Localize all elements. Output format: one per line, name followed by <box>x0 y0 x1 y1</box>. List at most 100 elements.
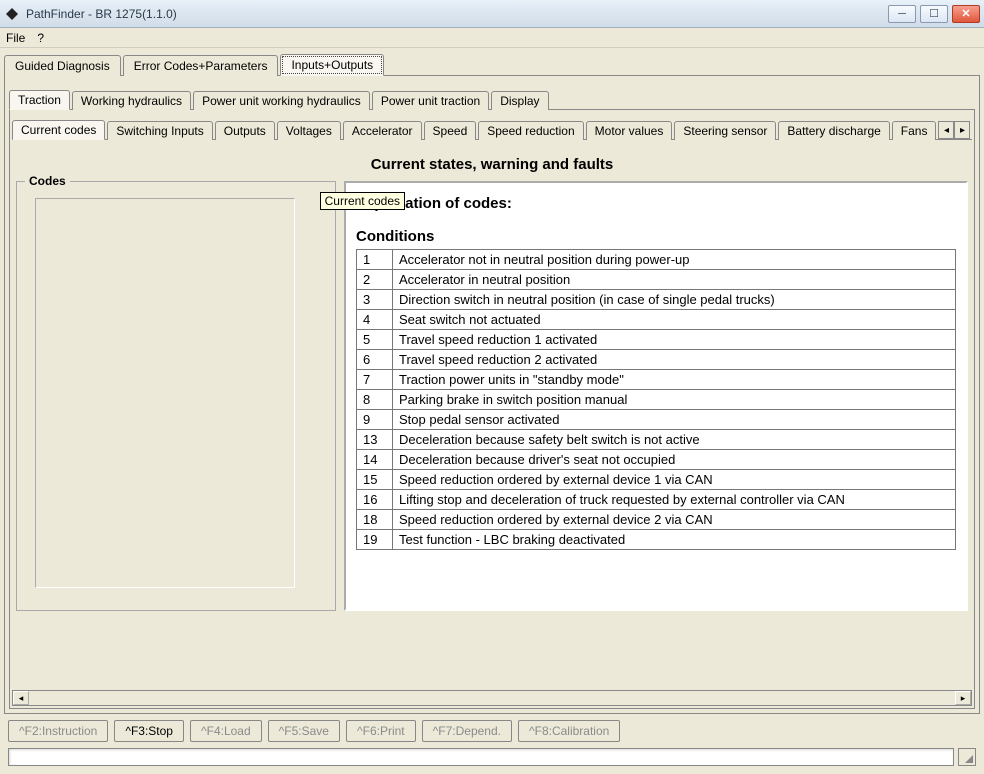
table-row: 2Accelerator in neutral position <box>357 270 956 290</box>
table-row: 14Deceleration because driver's seat not… <box>357 450 956 470</box>
tab-accelerator[interactable]: Accelerator <box>343 121 422 140</box>
fkey-f4-load: ^F4:Load <box>190 720 262 742</box>
table-row: 5Travel speed reduction 1 activated <box>357 330 956 350</box>
codes-list[interactable]: ▴ ▾ <box>35 198 295 588</box>
tab-scroll-left-icon[interactable]: ◂ <box>938 121 954 139</box>
tab-motor-values[interactable]: Motor values <box>586 121 673 140</box>
conditions-table: 1Accelerator not in neutral position dur… <box>356 249 956 550</box>
code-description: Speed reduction ordered by external devi… <box>393 510 956 530</box>
window-title: PathFinder - BR 1275(1.1.0) <box>26 7 888 21</box>
table-row: 18Speed reduction ordered by external de… <box>357 510 956 530</box>
table-row: 7Traction power units in "standby mode" <box>357 370 956 390</box>
table-row: 1Accelerator not in neutral position dur… <box>357 250 956 270</box>
menu-bar: File ? <box>0 28 984 48</box>
menu-file[interactable]: File <box>6 31 25 45</box>
tabstrip-module: TractionWorking hydraulicsPower unit wor… <box>9 86 975 110</box>
tab-inputs-outputs[interactable]: Inputs+Outputs <box>280 54 384 76</box>
tab-speed[interactable]: Speed <box>424 121 477 140</box>
table-row: 13Deceleration because safety belt switc… <box>357 430 956 450</box>
code-number: 13 <box>357 430 393 450</box>
tab-steering-sensor[interactable]: Steering sensor <box>674 121 776 140</box>
code-number: 19 <box>357 530 393 550</box>
tabstrip-main: Guided DiagnosisError Codes+ParametersIn… <box>4 52 980 76</box>
table-row: 16Lifting stop and deceleration of truck… <box>357 490 956 510</box>
code-number: 16 <box>357 490 393 510</box>
tab-speed-reduction[interactable]: Speed reduction <box>478 121 583 140</box>
tab-power-unit-traction[interactable]: Power unit traction <box>372 91 489 110</box>
code-number: 4 <box>357 310 393 330</box>
fkey-f6-print: ^F6:Print <box>346 720 416 742</box>
codes-legend: Codes <box>25 174 70 188</box>
tabstrip-submodule: Current codesSwitching InputsOutputsVolt… <box>12 116 972 140</box>
table-row: 9Stop pedal sensor activated <box>357 410 956 430</box>
conditions-heading: Conditions <box>356 228 956 245</box>
tab-current-codes[interactable]: Current codes <box>12 120 105 140</box>
explanation-panel[interactable]: Explanation of codes: Conditions 1Accele… <box>344 181 968 611</box>
code-description: Deceleration because driver's seat not o… <box>393 450 956 470</box>
tab-error-codes-parameters[interactable]: Error Codes+Parameters <box>123 55 279 76</box>
horizontal-scrollbar[interactable]: ◂ ▸ <box>12 690 972 706</box>
tab-power-unit-working-hydraulics[interactable]: Power unit working hydraulics <box>193 91 370 110</box>
scroll-up-icon[interactable]: ▴ <box>276 203 290 217</box>
codes-groupbox: Codes ▴ ▾ Current codes <box>16 181 336 611</box>
app-icon <box>4 6 20 22</box>
code-number: 9 <box>357 410 393 430</box>
scroll-left-icon[interactable]: ◂ <box>13 691 29 705</box>
code-description: Travel speed reduction 1 activated <box>393 330 956 350</box>
code-description: Test function - LBC braking deactivated <box>393 530 956 550</box>
table-row: 15Speed reduction ordered by external de… <box>357 470 956 490</box>
fkey-f3-stop[interactable]: ^F3:Stop <box>114 720 184 742</box>
code-description: Accelerator not in neutral position duri… <box>393 250 956 270</box>
code-number: 6 <box>357 350 393 370</box>
table-row: 19Test function - LBC braking deactivate… <box>357 530 956 550</box>
tab-switching-inputs[interactable]: Switching Inputs <box>107 121 212 140</box>
code-description: Stop pedal sensor activated <box>393 410 956 430</box>
code-description: Direction switch in neutral position (in… <box>393 290 956 310</box>
tab-battery-discharge[interactable]: Battery discharge <box>778 121 889 140</box>
code-number: 8 <box>357 390 393 410</box>
code-number: 3 <box>357 290 393 310</box>
code-number: 15 <box>357 470 393 490</box>
fkey-f7-depend: ^F7:Depend. <box>422 720 512 742</box>
tab-working-hydraulics[interactable]: Working hydraulics <box>72 91 191 110</box>
close-button[interactable]: ✕ <box>952 5 980 23</box>
code-description: Speed reduction ordered by external devi… <box>393 470 956 490</box>
resize-grip-icon[interactable] <box>958 748 976 766</box>
code-description: Travel speed reduction 2 activated <box>393 350 956 370</box>
fkey-f2-instruction: ^F2:Instruction <box>8 720 108 742</box>
code-number: 7 <box>357 370 393 390</box>
scroll-right-icon[interactable]: ▸ <box>955 691 971 705</box>
code-number: 18 <box>357 510 393 530</box>
code-description: Traction power units in "standby mode" <box>393 370 956 390</box>
table-row: 6Travel speed reduction 2 activated <box>357 350 956 370</box>
maximize-button[interactable]: ☐ <box>920 5 948 23</box>
tab-display[interactable]: Display <box>491 91 548 110</box>
fkey-f8-calibration: ^F8:Calibration <box>518 720 620 742</box>
function-key-bar: ^F2:Instruction ^F3:Stop ^F4:Load ^F5:Save ^… <box>4 714 980 746</box>
code-number: 5 <box>357 330 393 350</box>
section-title: Current states, warning and faults <box>16 144 968 181</box>
tooltip-current-codes: Current codes <box>320 192 405 210</box>
tab-guided-diagnosis[interactable]: Guided Diagnosis <box>4 55 121 76</box>
status-bar <box>4 746 980 770</box>
code-number: 2 <box>357 270 393 290</box>
fkey-f5-save: ^F5:Save <box>268 720 340 742</box>
title-bar: PathFinder - BR 1275(1.1.0) ─ ☐ ✕ <box>0 0 984 28</box>
table-row: 8Parking brake in switch position manual <box>357 390 956 410</box>
code-number: 1 <box>357 250 393 270</box>
minimize-button[interactable]: ─ <box>888 5 916 23</box>
menu-help[interactable]: ? <box>37 31 44 45</box>
tab-voltages[interactable]: Voltages <box>277 121 341 140</box>
code-description: Accelerator in neutral position <box>393 270 956 290</box>
code-description: Deceleration because safety belt switch … <box>393 430 956 450</box>
scroll-down-icon[interactable]: ▾ <box>276 569 290 583</box>
tab-scroll-right-icon[interactable]: ▸ <box>954 121 970 139</box>
tab-traction[interactable]: Traction <box>9 90 70 110</box>
explanation-heading: Explanation of codes: <box>356 195 956 212</box>
tab-fans[interactable]: Fans <box>892 121 937 140</box>
code-description: Lifting stop and deceleration of truck r… <box>393 490 956 510</box>
table-row: 3Direction switch in neutral position (i… <box>357 290 956 310</box>
tab-outputs[interactable]: Outputs <box>215 121 275 140</box>
code-description: Seat switch not actuated <box>393 310 956 330</box>
status-well <box>8 748 954 766</box>
